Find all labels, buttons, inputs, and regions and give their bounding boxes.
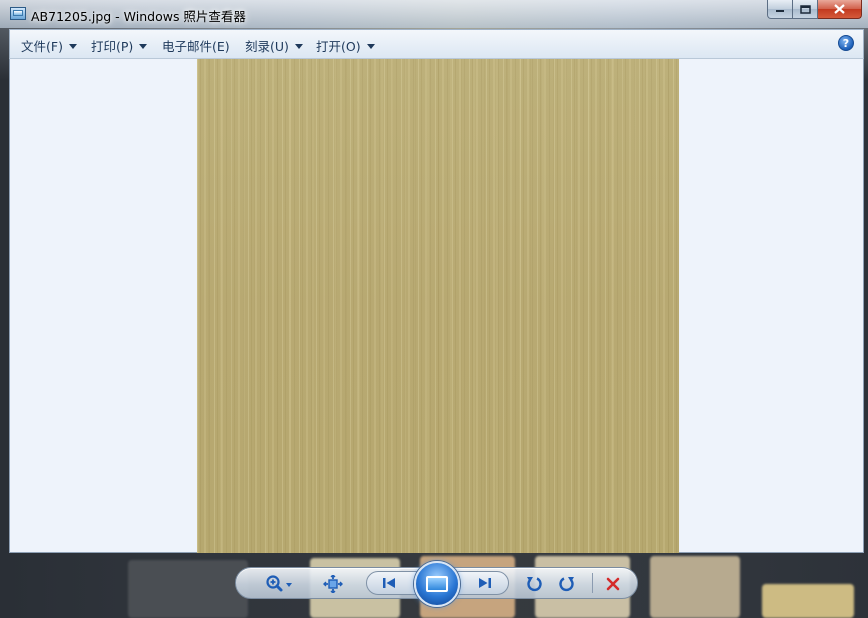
chevron-down-icon [139,43,148,49]
slideshow-icon [426,576,448,592]
maximize-button[interactable] [793,0,818,19]
actual-size-button[interactable] [322,573,344,595]
menu-print-label: 打印(P) [91,39,134,54]
rotate-clockwise-button[interactable] [556,573,578,595]
actual-size-icon [323,575,343,593]
rotate-counterclockwise-icon [527,577,542,592]
photo-viewer-window: AB71205.jpg - Windows 照片查看器 文件(F) 打印(P) … [0,0,868,618]
menu-burn-label: 刻录(U) [245,39,289,54]
zoom-icon [266,575,292,592]
zoom-button[interactable] [262,573,298,595]
minimize-icon [776,10,784,12]
menu-burn[interactable]: 刻录(U) [245,36,303,55]
menu-print[interactable]: 打印(P) [91,36,148,55]
title-bar[interactable]: AB71205.jpg - Windows 照片查看器 [0,0,868,28]
rotate-counterclockwise-button[interactable] [523,573,545,595]
chevron-down-icon [366,43,375,49]
chevron-down-icon [68,43,77,49]
rotate-clockwise-icon [559,577,574,592]
minimize-button[interactable] [767,0,793,19]
menu-bar: 文件(F) 打印(P) 电子邮件(E) 刻录(U) 打开(O) ? [9,29,864,59]
displayed-photo[interactable] [197,59,679,553]
delete-button[interactable] [602,573,624,595]
help-icon: ? [842,36,850,50]
chevron-down-icon [294,43,303,49]
previous-button[interactable] [378,573,400,593]
menu-open-label: 打开(O) [316,39,361,54]
menu-email[interactable]: 电子邮件(E) [162,36,230,55]
help-button[interactable]: ? [838,35,854,51]
maximize-icon [799,4,811,14]
close-icon [834,4,845,14]
image-viewport[interactable] [9,59,864,553]
caption-buttons [767,0,862,20]
menu-file[interactable]: 文件(F) [21,36,77,55]
menu-email-label: 电子邮件(E) [162,39,230,54]
next-icon [479,578,491,588]
next-button[interactable] [474,573,496,593]
previous-icon [383,578,395,588]
menu-file-label: 文件(F) [21,39,63,54]
delete-icon [606,577,620,591]
close-button[interactable] [818,0,862,19]
window-title: AB71205.jpg - Windows 照片查看器 [31,9,246,24]
slideshow-button[interactable] [414,561,460,607]
menu-open[interactable]: 打开(O) [316,36,375,55]
divider [592,573,593,593]
control-bar [0,553,868,618]
photo-viewer-app-icon [10,7,26,20]
